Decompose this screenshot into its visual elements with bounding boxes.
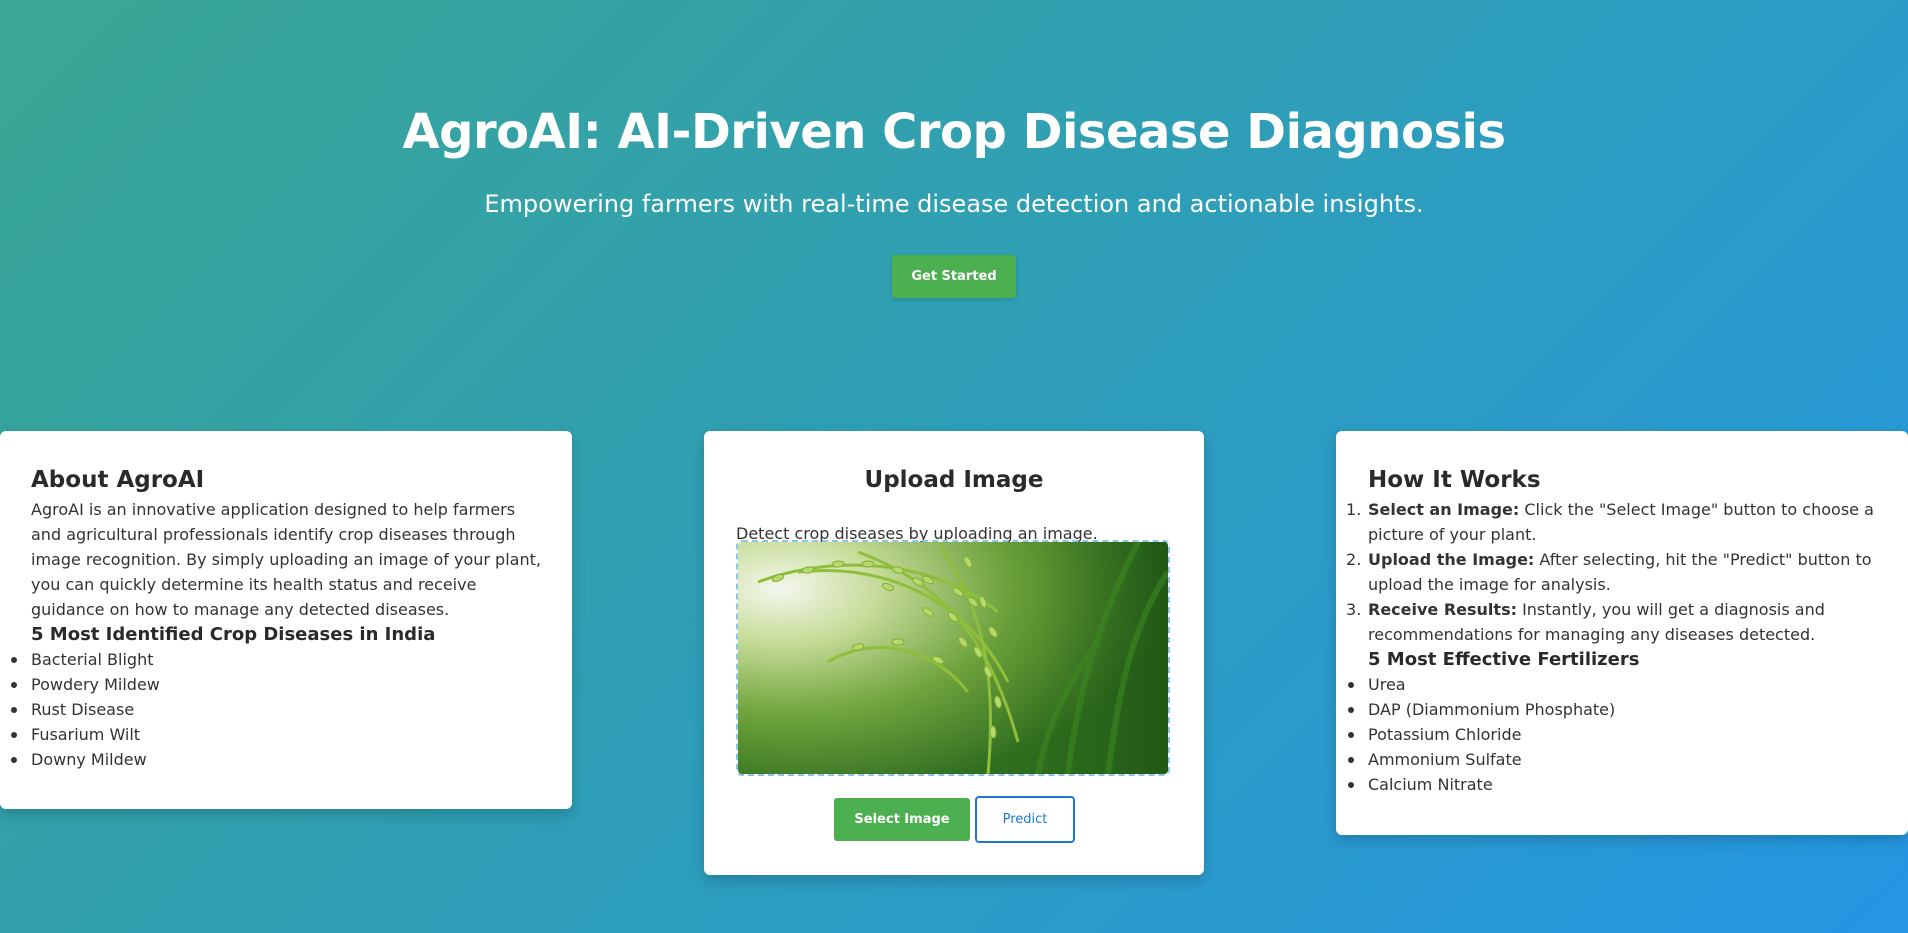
page: AgroAI: AI-Driven Crop Disease Diagnosis… xyxy=(0,0,1908,933)
list-item: Urea xyxy=(1348,672,1882,697)
image-preview[interactable] xyxy=(736,540,1170,776)
get-started-button[interactable]: Get Started xyxy=(892,255,1016,298)
select-image-button[interactable]: Select Image xyxy=(834,798,970,841)
upload-card: Upload Image Detect crop diseases by upl… xyxy=(704,431,1204,875)
list-item: Calcium Nitrate xyxy=(1348,772,1882,797)
step-label: Receive Results: xyxy=(1368,600,1517,619)
crop-photo xyxy=(738,542,1168,774)
page-title: AgroAI: AI-Driven Crop Disease Diagnosis xyxy=(402,104,1506,160)
how-title: How It Works xyxy=(1368,467,1541,493)
list-item: Bacterial Blight xyxy=(11,647,546,672)
hero-tagline: Empowering farmers with real-time diseas… xyxy=(484,190,1424,218)
fertilizers-list: Urea DAP (Diammonium Phosphate) Potassiu… xyxy=(1348,672,1882,797)
list-item: Powdery Mildew xyxy=(11,672,546,697)
step-item: Upload the Image: After selecting, hit t… xyxy=(1346,547,1882,597)
diseases-title: 5 Most Identified Crop Diseases in India xyxy=(31,624,436,645)
list-item: Rust Disease xyxy=(11,697,546,722)
step-item: Select an Image: Click the "Select Image… xyxy=(1346,497,1882,547)
about-title: About AgroAI xyxy=(31,467,205,493)
list-item: DAP (Diammonium Phosphate) xyxy=(1348,697,1882,722)
about-description: AgroAI is an innovative application desi… xyxy=(31,500,541,619)
predict-button[interactable]: Predict xyxy=(975,796,1075,843)
step-label: Select an Image: xyxy=(1368,500,1520,519)
fertilizers-title: 5 Most Effective Fertilizers xyxy=(1368,649,1640,670)
list-item: Fusarium Wilt xyxy=(11,722,546,747)
list-item: Potassium Chloride xyxy=(1348,722,1882,747)
list-item: Ammonium Sulfate xyxy=(1348,747,1882,772)
steps-list: Select an Image: Click the "Select Image… xyxy=(1346,497,1882,647)
list-item: Downy Mildew xyxy=(11,747,546,772)
diseases-list: Bacterial Blight Powdery Mildew Rust Dis… xyxy=(11,647,546,772)
about-card: About AgroAI AgroAI is an innovative app… xyxy=(0,431,572,809)
step-item: Receive Results: Instantly, you will get… xyxy=(1346,597,1882,647)
how-it-works-card: How It Works Select an Image: Click the … xyxy=(1336,431,1908,835)
upload-title: Upload Image xyxy=(864,467,1044,493)
step-label: Upload the Image: xyxy=(1368,550,1535,569)
